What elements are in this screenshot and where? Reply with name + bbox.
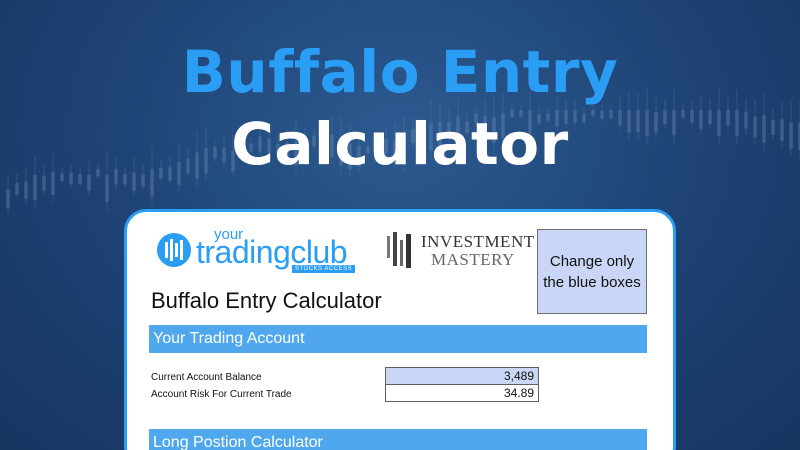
trading-club-mark-icon [157,233,191,267]
background-candle-body [6,189,10,208]
current-account-balance-input[interactable]: 3,489 [385,367,539,385]
sheet-title: Buffalo Entry Calculator [151,288,382,313]
current-account-balance-label: Current Account Balance [151,372,262,383]
spreadsheet-card: your tradingclub STOCKS ACCESS INVESTMEN… [124,209,676,450]
headline-line-1: Buffalo Entry [181,38,619,106]
section-your-trading-account: Your Trading Account [149,325,647,353]
headline-line-2: Calculator [231,110,569,178]
background-candle-body [24,181,28,199]
your-trading-club-logo: your tradingclub STOCKS ACCESS [156,224,356,276]
logo-investment-text: INVESTMENT [421,232,535,251]
logo-stocks-access-text: STOCKS ACCESS [292,265,356,273]
account-risk-label: Account Risk For Current Trade [151,389,292,400]
change-blue-boxes-note: Change only the blue boxes [537,229,647,314]
background-candle-body [15,183,19,195]
investment-mastery-logo: INVESTMENT MASTERY [385,230,535,270]
background-candle-body [33,174,37,201]
section-long-position-calculator: Long Postion Calculator [149,429,647,450]
investment-mastery-mark-icon [387,232,411,268]
background-candle-body [105,174,109,203]
account-risk-value: 34.89 [385,384,539,402]
logo-mastery-text: MASTERY [431,250,515,269]
